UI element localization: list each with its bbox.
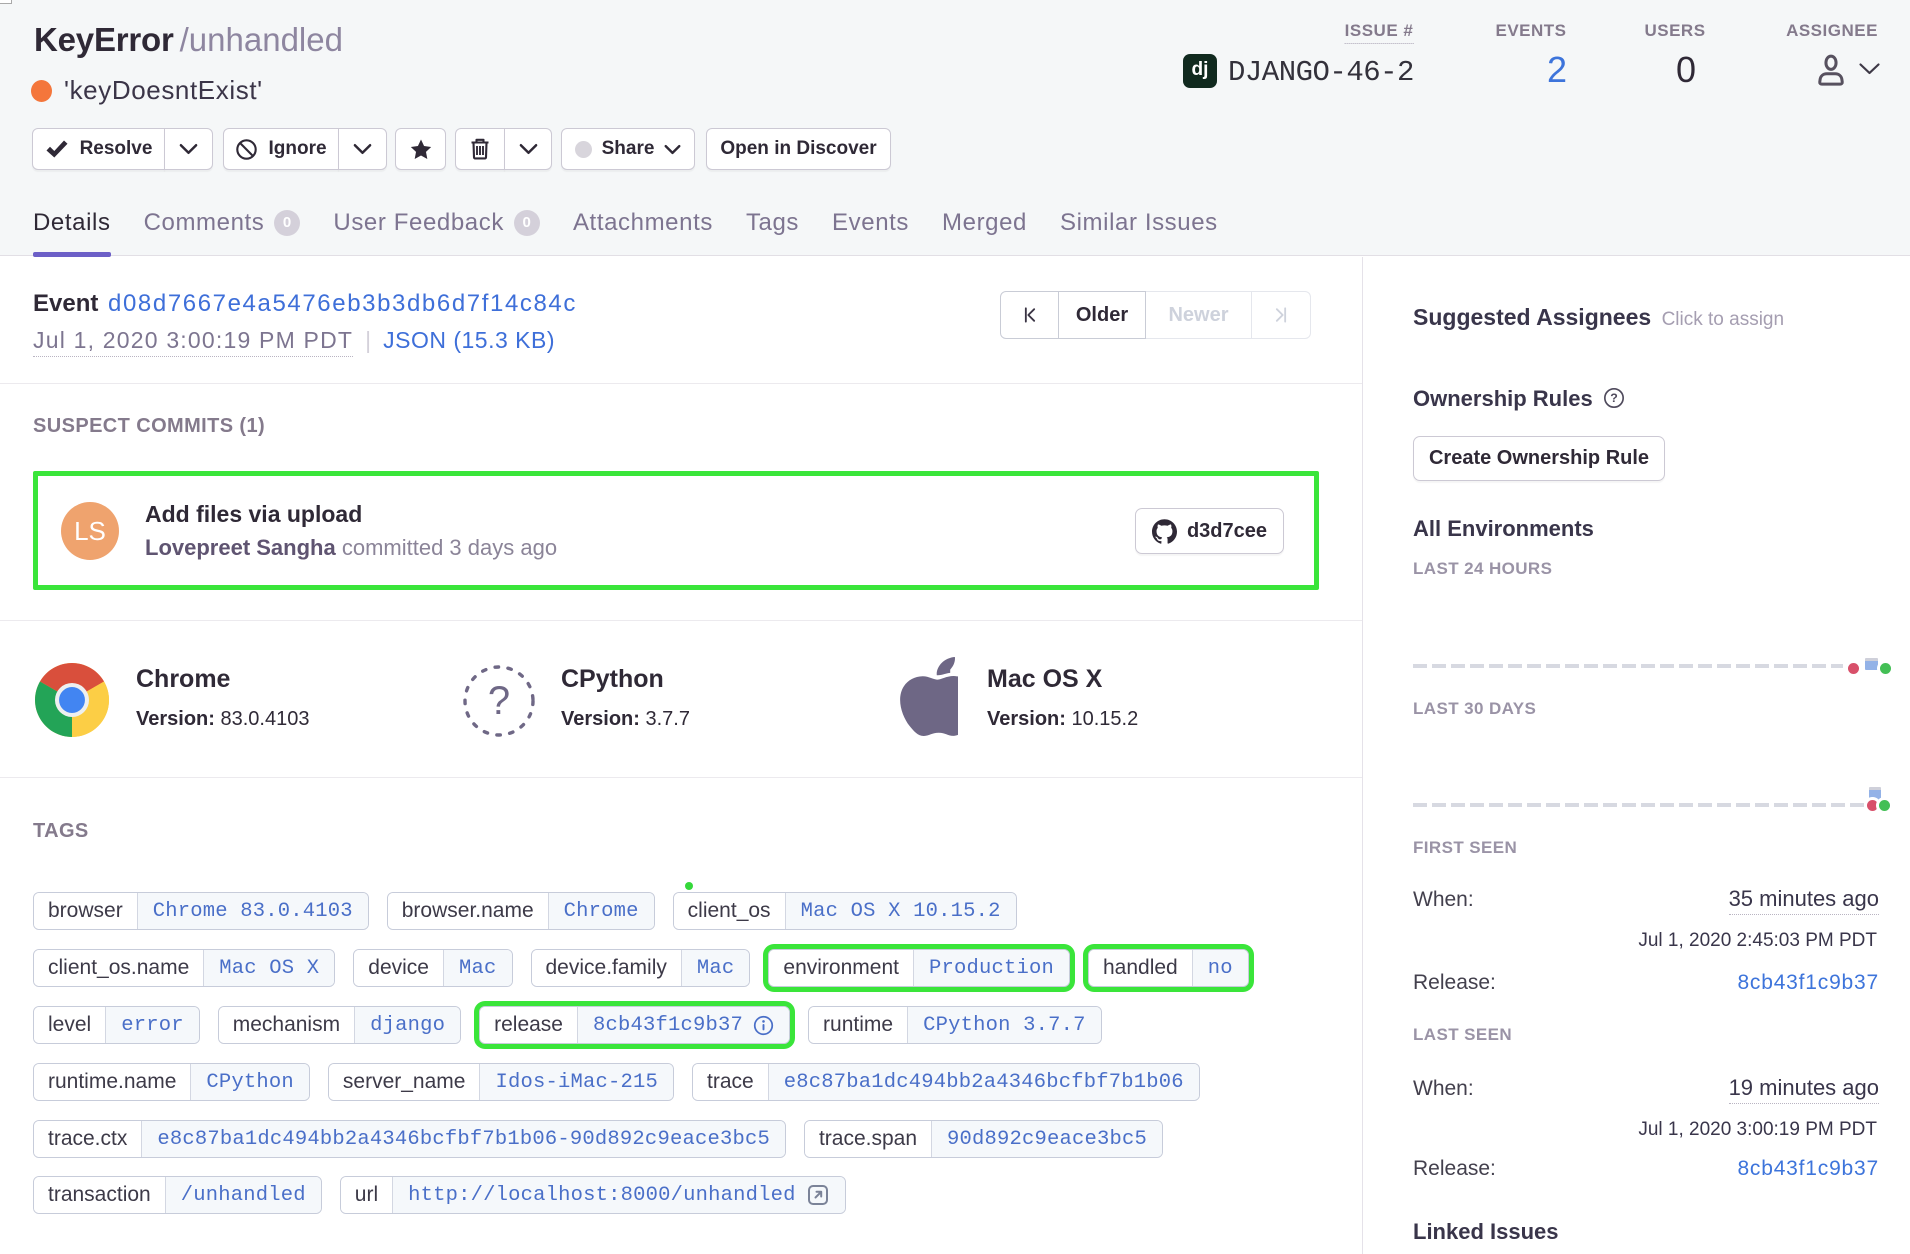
svg-text:?: ? — [488, 679, 510, 723]
svg-text:?: ? — [1610, 391, 1618, 405]
